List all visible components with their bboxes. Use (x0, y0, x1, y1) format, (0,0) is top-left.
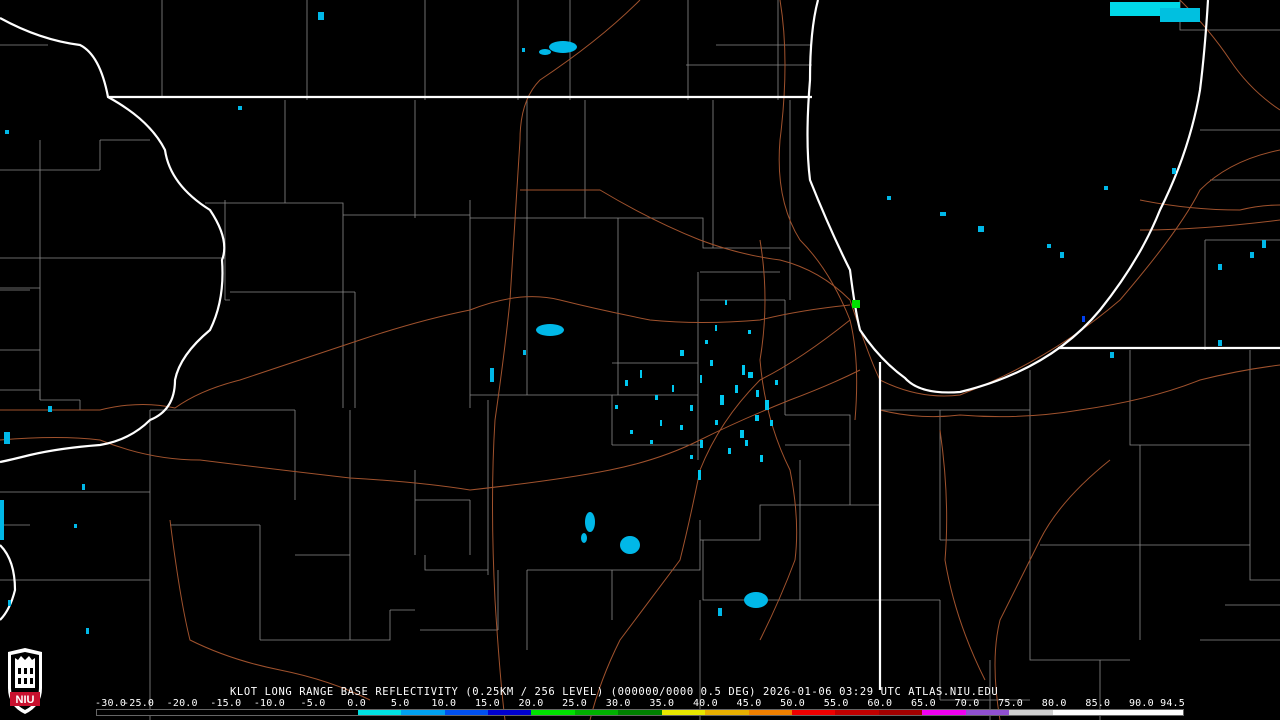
scale-swatch (878, 710, 923, 715)
scale-label: 15.0 (474, 698, 500, 709)
scale-label: 5.0 (390, 698, 410, 709)
scale-swatch (618, 710, 662, 715)
scale-swatch (748, 710, 792, 715)
scale-swatch (531, 710, 575, 715)
scale-swatch (183, 710, 228, 715)
scale-swatch (314, 710, 358, 715)
scale-label: 85.0 (1085, 698, 1111, 709)
scale-label: 94.5 (1160, 698, 1185, 709)
scale-swatch (227, 710, 271, 715)
scale-swatch (487, 710, 532, 715)
scale-label: 75.0 (998, 698, 1024, 709)
scale-swatch (922, 710, 966, 715)
scale-label: 0.0 (347, 698, 366, 709)
scale-label: -5.0 (300, 698, 326, 709)
scale-swatch (1052, 710, 1097, 715)
radar-clutter (615, 300, 778, 480)
scale-swatch (270, 710, 315, 715)
scale-label: 65.0 (910, 698, 936, 709)
color-scale-labels: -30.0 -25.0 -20.0 -15.0 -10.0 -5.0 0.0 5.0 10.0 1… (95, 698, 1185, 709)
scale-label: 25.0 (562, 698, 588, 709)
scale-swatch (401, 710, 445, 715)
county-lines (0, 0, 1280, 720)
color-scale-bar (96, 709, 1184, 716)
scale-label: 35.0 (649, 698, 675, 709)
scale-label: 70.0 (954, 698, 980, 709)
product-title: KLOT LONG RANGE BASE REFLECTIVITY (0.25K… (230, 686, 999, 698)
scale-swatch (835, 710, 879, 715)
scale-swatch (965, 710, 1010, 715)
highways (0, 0, 1280, 720)
scale-swatch (661, 710, 706, 715)
scale-swatch (1009, 710, 1053, 715)
scale-swatch (1096, 710, 1140, 715)
scale-label: -10.0 (253, 698, 285, 709)
scale-label: 10.0 (431, 698, 457, 709)
scale-label: -30.0 (95, 698, 127, 709)
state-borders (0, 0, 1280, 690)
scale-label: 55.0 (823, 698, 849, 709)
scale-label: -25.0 (123, 698, 155, 709)
scale-swatch (140, 710, 184, 715)
scale-label: 90.0 (1128, 698, 1154, 709)
svg-text:NIU: NIU (16, 694, 35, 706)
scale-swatch (444, 710, 488, 715)
radar-map (0, 0, 1280, 720)
scale-label: 80.0 (1041, 698, 1067, 709)
scale-swatch (357, 710, 402, 715)
scale-swatch (705, 710, 749, 715)
scale-label: 30.0 (605, 698, 631, 709)
scale-label: 45.0 (736, 698, 762, 709)
scale-swatch (792, 710, 836, 715)
scale-swatch (1139, 710, 1183, 715)
scale-label: -20.0 (166, 698, 198, 709)
scale-label: -15.0 (210, 698, 242, 709)
scale-label: 40.0 (692, 698, 718, 709)
scale-swatch (574, 710, 619, 715)
scale-label: 50.0 (780, 698, 806, 709)
niu-logo: NIU (8, 648, 42, 714)
scale-swatch (97, 710, 141, 715)
scale-label: 60.0 (867, 698, 893, 709)
scale-label: 20.0 (518, 698, 544, 709)
